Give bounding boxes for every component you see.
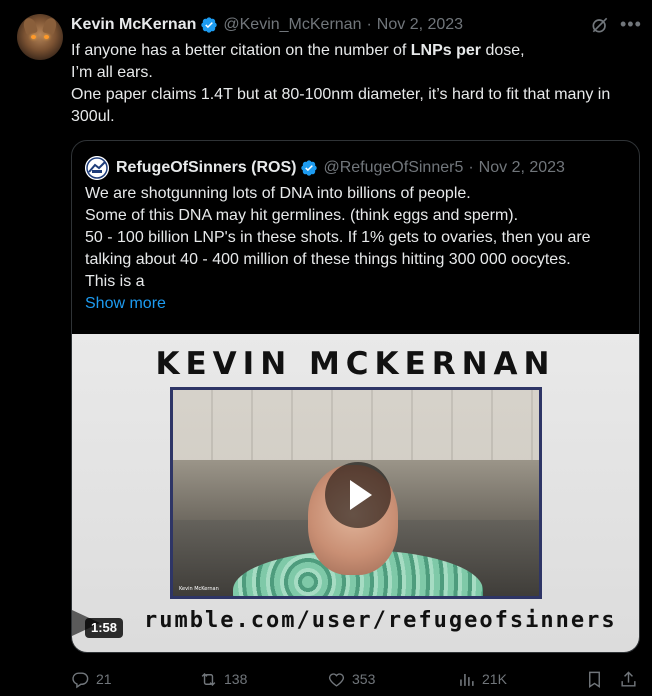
- author-avatar[interactable]: [17, 14, 63, 60]
- views-button[interactable]: 21K: [457, 666, 507, 692]
- tweet-text-segment: dose,: [481, 42, 525, 59]
- quote-author-name[interactable]: RefugeOfSinners (ROS): [116, 159, 296, 177]
- video-name-caption: Kevin McKernan: [179, 586, 219, 592]
- grok-icon[interactable]: [590, 15, 610, 35]
- tweet-actions: 21 138 353 21K: [71, 666, 646, 692]
- reply-button[interactable]: 21: [71, 666, 112, 692]
- avatar-ear: [21, 16, 39, 36]
- avatar-eye: [44, 35, 49, 39]
- bookmark-icon: [589, 671, 600, 688]
- share-button[interactable]: [619, 666, 644, 692]
- quote-author-handle[interactable]: @RefugeOfSinner5: [323, 159, 463, 177]
- reply-count: 21: [96, 671, 112, 687]
- play-icon: [350, 480, 372, 510]
- quoted-tweet[interactable]: RefugeOfSinners (ROS) @RefugeOfSinner5 ·…: [71, 140, 640, 653]
- author-handle[interactable]: @Kevin_McKernan: [223, 16, 361, 34]
- like-count: 353: [352, 671, 376, 687]
- quote-text: We are shotgunning lots of DNA into bill…: [85, 183, 633, 293]
- refuge-logo-icon: [85, 156, 109, 180]
- repost-button[interactable]: 138: [199, 666, 247, 692]
- tweet-text: If anyone has a better citation on the n…: [71, 40, 641, 128]
- verified-badge-icon: [301, 160, 318, 176]
- tweet-text-line: One paper claims 1.4T but at 80-100nm di…: [71, 86, 611, 125]
- quote-text-line: Some of this DNA may hit germlines. (thi…: [85, 207, 519, 224]
- tweet-text-segment: If anyone has a better citation on the n…: [71, 42, 411, 59]
- heart-icon: [329, 672, 344, 687]
- quote-avatar[interactable]: [85, 156, 109, 180]
- avatar-eye: [31, 35, 36, 39]
- repost-count: 138: [224, 671, 248, 687]
- reply-icon: [72, 671, 89, 688]
- more-options-icon[interactable]: •••: [620, 14, 642, 34]
- repost-icon: [201, 672, 216, 686]
- play-button[interactable]: [325, 462, 391, 528]
- quote-text-line: 50 - 100 billion LNP's in these shots. I…: [85, 229, 591, 268]
- author-name[interactable]: Kevin McKernan: [71, 16, 196, 34]
- tweet-text-line: I’m all ears.: [71, 64, 153, 81]
- video-duration-badge: 1:58: [85, 618, 124, 638]
- separator-dot: ·: [366, 16, 372, 33]
- quote-text-line: We are shotgunning lots of DNA into bill…: [85, 185, 471, 202]
- views-count: 21K: [482, 671, 507, 687]
- share-icon: [621, 670, 636, 687]
- separator-dot: ·: [468, 159, 474, 176]
- rumble-url-overlay: rumble.com/user/refugeofsinners: [144, 608, 617, 633]
- show-more-link[interactable]: Show more: [85, 295, 166, 313]
- video-ceiling: [173, 390, 539, 460]
- video-title-overlay: KEVIN MCKERNAN: [155, 346, 556, 382]
- like-button[interactable]: 353: [327, 666, 375, 692]
- tweet-text-line: If anyone has a better citation on the n…: [71, 40, 641, 62]
- tweet-date[interactable]: Nov 2, 2023: [377, 16, 463, 34]
- video-thumbnail[interactable]: KEVIN MCKERNAN Kevin McKernan rumble.com…: [72, 334, 639, 652]
- quote-date[interactable]: Nov 2, 2023: [479, 159, 565, 177]
- avatar-ear: [41, 16, 59, 36]
- quote-header: RefugeOfSinners (ROS) @RefugeOfSinner5 ·…: [116, 157, 565, 179]
- quote-text-line: This is a: [85, 273, 145, 290]
- tweet-text-bold: LNPs per: [410, 42, 482, 59]
- verified-badge-icon: [201, 17, 218, 33]
- bookmark-button[interactable]: [585, 666, 610, 692]
- tweet-header: Kevin McKernan @Kevin_McKernan · Nov 2, …: [71, 13, 463, 37]
- views-chart-icon: [460, 673, 474, 686]
